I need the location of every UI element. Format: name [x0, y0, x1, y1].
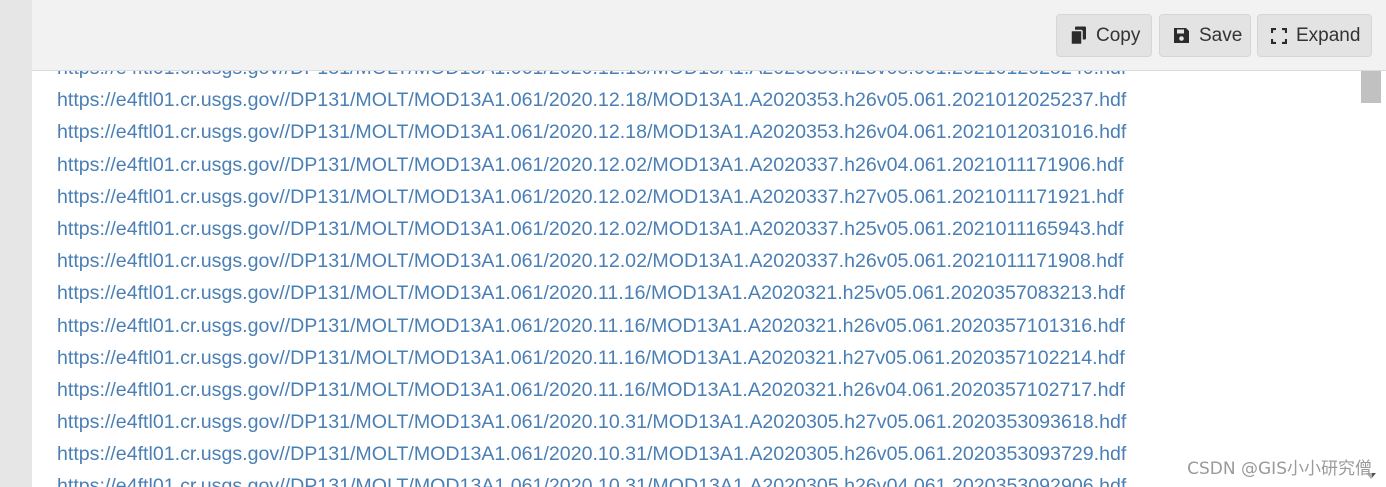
save-button[interactable]: Save: [1159, 14, 1251, 57]
copy-button[interactable]: Copy: [1056, 14, 1152, 57]
list-item: https://e4ftl01.cr.usgs.gov//DP131/MOLT/…: [57, 406, 1126, 438]
expand-button-label: Expand: [1296, 24, 1361, 46]
file-list-panel: Copy Save Expand https://e4ftl01.cr.usgs…: [32, 0, 1386, 487]
save-button-label: Save: [1199, 24, 1243, 46]
copy-button-label: Copy: [1096, 24, 1141, 46]
list-item: https://e4ftl01.cr.usgs.gov//DP131/MOLT/…: [57, 213, 1126, 245]
list-item: https://e4ftl01.cr.usgs.gov//DP131/MOLT/…: [57, 277, 1126, 309]
copy-icon: [1070, 26, 1087, 45]
link-list-viewport: https://e4ftl01.cr.usgs.gov//DP131/MOLT/…: [32, 71, 1358, 487]
toolbar: Copy Save Expand: [32, 0, 1386, 71]
list-item: https://e4ftl01.cr.usgs.gov//DP131/MOLT/…: [57, 245, 1126, 277]
list-item: https://e4ftl01.cr.usgs.gov//DP131/MOLT/…: [57, 84, 1126, 116]
file-link[interactable]: https://e4ftl01.cr.usgs.gov//DP131/MOLT/…: [57, 411, 1126, 433]
list-item: https://e4ftl01.cr.usgs.gov//DP131/MOLT/…: [57, 470, 1126, 487]
watermark: CSDN @GIS小小研究僧: [1187, 454, 1372, 479]
list-item: https://e4ftl01.cr.usgs.gov//DP131/MOLT/…: [57, 438, 1126, 470]
file-link[interactable]: https://e4ftl01.cr.usgs.gov//DP131/MOLT/…: [57, 443, 1126, 465]
list-item: https://e4ftl01.cr.usgs.gov//DP131/MOLT/…: [57, 71, 1126, 84]
file-link[interactable]: https://e4ftl01.cr.usgs.gov//DP131/MOLT/…: [57, 71, 1126, 79]
link-list: https://e4ftl01.cr.usgs.gov//DP131/MOLT/…: [57, 71, 1126, 487]
list-item: https://e4ftl01.cr.usgs.gov//DP131/MOLT/…: [57, 310, 1126, 342]
page: Copy Save Expand https://e4ftl01.cr.usgs…: [0, 0, 1386, 487]
scrollbar-thumb[interactable]: [1361, 71, 1381, 103]
list-item: https://e4ftl01.cr.usgs.gov//DP131/MOLT/…: [57, 374, 1126, 406]
left-gutter: [0, 0, 33, 487]
expand-icon: [1271, 27, 1287, 45]
file-link[interactable]: https://e4ftl01.cr.usgs.gov//DP131/MOLT/…: [57, 379, 1125, 401]
list-item: https://e4ftl01.cr.usgs.gov//DP131/MOLT/…: [57, 181, 1126, 213]
file-link[interactable]: https://e4ftl01.cr.usgs.gov//DP131/MOLT/…: [57, 282, 1125, 304]
expand-button[interactable]: Expand: [1257, 14, 1372, 57]
vertical-scrollbar[interactable]: [1359, 71, 1386, 487]
file-link[interactable]: https://e4ftl01.cr.usgs.gov//DP131/MOLT/…: [57, 154, 1123, 176]
file-link[interactable]: https://e4ftl01.cr.usgs.gov//DP131/MOLT/…: [57, 89, 1126, 111]
file-link[interactable]: https://e4ftl01.cr.usgs.gov//DP131/MOLT/…: [57, 186, 1123, 208]
list-item: https://e4ftl01.cr.usgs.gov//DP131/MOLT/…: [57, 116, 1126, 148]
file-link[interactable]: https://e4ftl01.cr.usgs.gov//DP131/MOLT/…: [57, 475, 1126, 487]
file-link[interactable]: https://e4ftl01.cr.usgs.gov//DP131/MOLT/…: [57, 250, 1123, 272]
file-link[interactable]: https://e4ftl01.cr.usgs.gov//DP131/MOLT/…: [57, 347, 1125, 369]
list-item: https://e4ftl01.cr.usgs.gov//DP131/MOLT/…: [57, 342, 1126, 374]
save-icon: [1173, 27, 1190, 45]
list-item: https://e4ftl01.cr.usgs.gov//DP131/MOLT/…: [57, 149, 1126, 181]
file-link[interactable]: https://e4ftl01.cr.usgs.gov//DP131/MOLT/…: [57, 121, 1126, 143]
file-link[interactable]: https://e4ftl01.cr.usgs.gov//DP131/MOLT/…: [57, 218, 1123, 240]
file-link[interactable]: https://e4ftl01.cr.usgs.gov//DP131/MOLT/…: [57, 315, 1125, 337]
